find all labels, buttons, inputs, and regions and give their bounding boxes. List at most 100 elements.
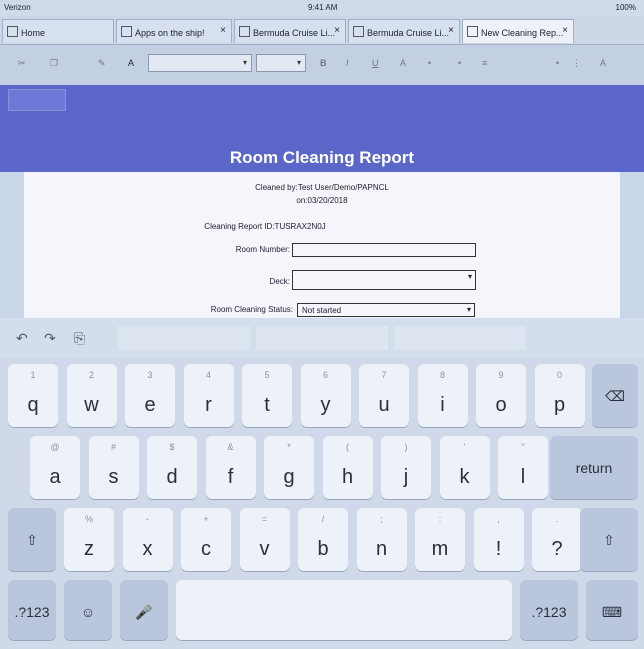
paste-icon[interactable]: ⎘: [74, 330, 85, 347]
format-icon[interactable]: ✎: [98, 58, 106, 69]
key-b[interactable]: / b: [298, 508, 348, 571]
copy-icon[interactable]: ❐: [50, 58, 58, 69]
font-size-icon[interactable]: A: [600, 58, 606, 68]
numbers-key-left[interactable]: .?123: [8, 580, 56, 640]
hide-keyboard-key[interactable]: ⌨: [586, 580, 638, 640]
key-k[interactable]: ' k: [439, 436, 490, 499]
italic-button[interactable]: I: [346, 58, 349, 68]
key-n[interactable]: ; n: [356, 508, 407, 571]
shift-key-left[interactable]: ⇧: [8, 508, 56, 571]
page-icon: [239, 26, 250, 37]
redo-icon[interactable]: ↷: [44, 330, 56, 347]
key-label: w: [84, 394, 99, 416]
key-exclamation[interactable]: ,!: [473, 508, 524, 571]
page-icon: [353, 26, 364, 37]
key-hint: .: [555, 514, 559, 524]
bold-button[interactable]: B: [320, 58, 327, 68]
key-hint: 7: [381, 370, 387, 380]
cleaned-on: on:03/20/2018: [296, 196, 348, 205]
key-label: o: [495, 394, 507, 416]
return-key[interactable]: return: [550, 436, 638, 499]
key-question[interactable]: .?: [532, 508, 582, 571]
key-hint: (: [346, 442, 349, 452]
undo-icon[interactable]: ↶: [16, 330, 28, 347]
key-f[interactable]: & f: [205, 436, 256, 499]
header-menu-button[interactable]: [8, 89, 66, 111]
list-numbered-icon[interactable]: •: [458, 58, 461, 68]
size-select[interactable]: ▾: [256, 54, 306, 72]
key-hint: *: [287, 442, 291, 452]
text-color-icon[interactable]: A: [128, 58, 134, 68]
key-m[interactable]: :m: [415, 508, 465, 571]
key-label: a: [49, 466, 61, 488]
key-u[interactable]: 7u: [359, 364, 409, 427]
key-w[interactable]: 2w: [66, 364, 117, 427]
key-p[interactable]: 0p: [534, 364, 585, 427]
key-z[interactable]: % z: [64, 508, 114, 571]
key-label: f: [227, 466, 234, 488]
key-hint: /: [321, 514, 325, 524]
key-hint: %: [84, 514, 93, 524]
shift-key-right[interactable]: ⇧: [580, 508, 638, 571]
key-label: ⌨: [601, 604, 623, 620]
key-v[interactable]: = v: [239, 508, 290, 571]
dictation-key[interactable]: 🎤: [120, 580, 168, 640]
close-icon[interactable]: ×: [220, 25, 226, 36]
highlight-icon[interactable]: A: [400, 58, 406, 68]
key-d[interactable]: $ d: [147, 436, 197, 499]
key-j[interactable]: ) j: [381, 436, 431, 499]
suggestion-1[interactable]: [118, 326, 250, 350]
key-s[interactable]: # s: [88, 436, 139, 499]
cut-icon[interactable]: ✂: [18, 58, 26, 69]
tab-cleaning-report[interactable]: New Cleaning Rep... ×: [462, 19, 574, 43]
key-hint: 4: [205, 370, 211, 380]
close-icon[interactable]: ×: [562, 25, 568, 36]
key-hint: 8: [439, 370, 445, 380]
space-key[interactable]: [176, 580, 512, 640]
key-hint: 3: [147, 370, 153, 380]
tab-apps[interactable]: Apps on the ship! ×: [116, 19, 232, 43]
key-y[interactable]: 6y: [300, 364, 351, 427]
key-hint: 9: [498, 370, 504, 380]
status-bar: Verizon 9:41 AM 100%: [0, 0, 644, 16]
key-x[interactable]: -x: [122, 508, 173, 571]
key-label: .?123: [531, 604, 567, 620]
key-e[interactable]: 3e: [125, 364, 175, 427]
status-select[interactable]: Not started ▾: [297, 303, 475, 317]
key-l[interactable]: " l: [498, 436, 548, 499]
key-g[interactable]: * g: [264, 436, 314, 499]
room-number-field[interactable]: [292, 243, 476, 257]
suggestion-2[interactable]: [256, 326, 388, 350]
numbers-key-right[interactable]: .?123: [520, 580, 578, 640]
tab-bermuda-2[interactable]: Bermuda Cruise Li... ×: [348, 19, 460, 43]
backspace-key[interactable]: ⌫: [592, 364, 638, 427]
font-select[interactable]: ▾: [148, 54, 252, 72]
deck-label: Deck:: [269, 277, 290, 286]
key-q[interactable]: 1q: [8, 364, 58, 427]
tab-bermuda-1[interactable]: Bermuda Cruise Li... ×: [234, 19, 346, 43]
underline-button[interactable]: U: [372, 58, 379, 68]
key-label: u: [378, 394, 390, 416]
close-icon[interactable]: ×: [448, 25, 454, 36]
clock: 9:41 AM: [308, 3, 338, 12]
key-hint: 2: [88, 370, 94, 380]
close-icon[interactable]: ×: [334, 25, 340, 36]
tab-home[interactable]: Home: [2, 19, 114, 43]
key-label: i: [440, 394, 445, 416]
key-r[interactable]: 4r: [183, 364, 234, 427]
key-label: v: [259, 538, 270, 560]
suggestion-3[interactable]: [394, 326, 526, 350]
list-icon[interactable]: •: [428, 58, 431, 68]
key-label: ⇧: [603, 532, 615, 548]
key-c[interactable]: + c: [181, 508, 231, 571]
key-o[interactable]: 9o: [476, 364, 526, 427]
key-a[interactable]: @ a: [30, 436, 80, 499]
more-icon[interactable]: ⋮: [572, 58, 581, 69]
indent-icon[interactable]: •: [556, 58, 559, 68]
key-t[interactable]: 5t: [242, 364, 292, 427]
key-h[interactable]: (h: [322, 436, 373, 499]
align-button[interactable]: ≡: [482, 58, 487, 68]
deck-select[interactable]: ▾: [292, 270, 476, 290]
key-i[interactable]: 8i: [417, 364, 468, 427]
emoji-key[interactable]: ☺: [64, 580, 112, 640]
